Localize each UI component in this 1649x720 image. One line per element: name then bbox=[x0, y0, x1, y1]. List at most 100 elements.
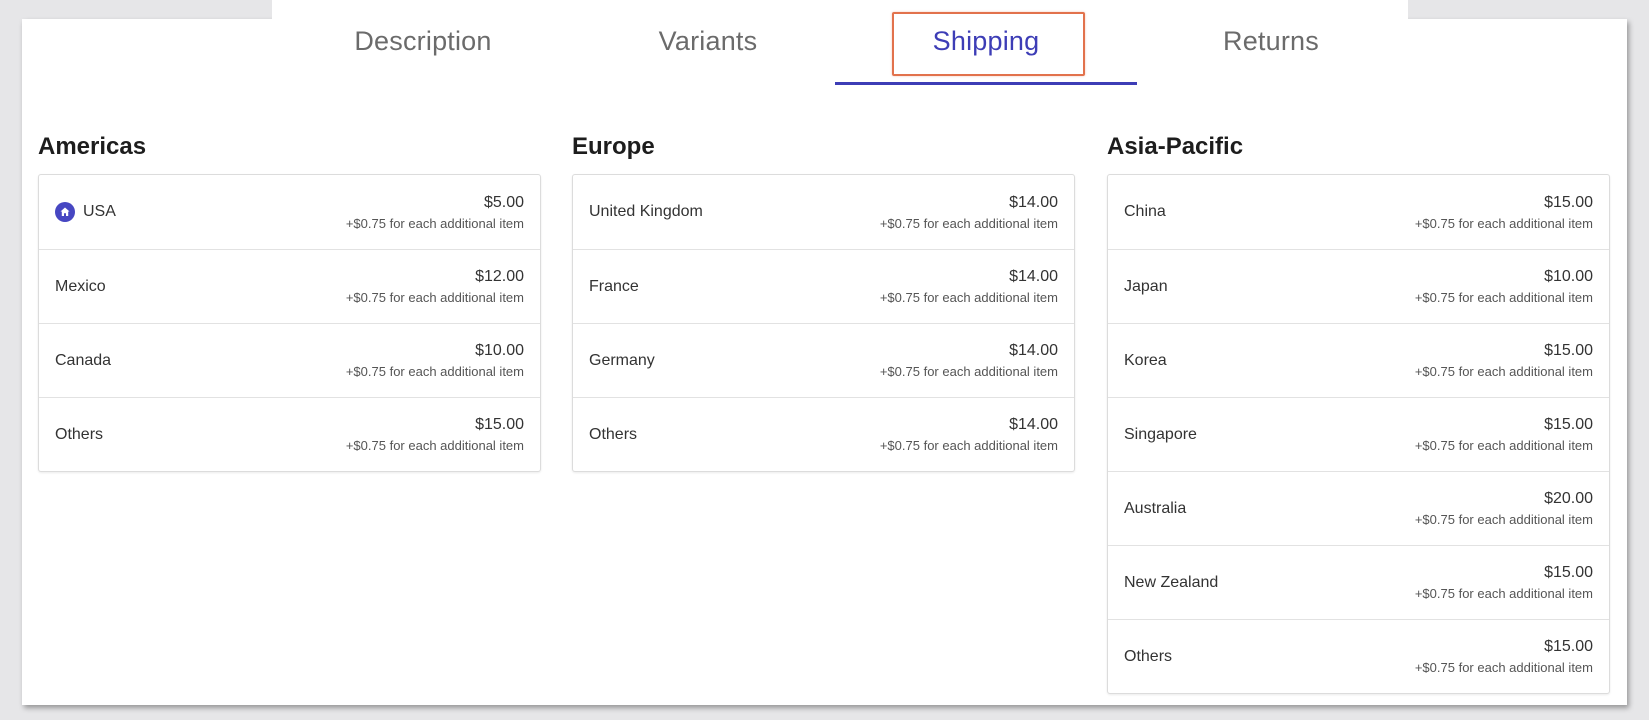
shipping-row: Australia $20.00 +$0.75 for each additio… bbox=[1108, 471, 1609, 545]
country-name: USA bbox=[83, 203, 116, 220]
country-cell: Mexico bbox=[55, 278, 106, 296]
shipping-price: $15.00 bbox=[1544, 638, 1593, 655]
country-name: Japan bbox=[1124, 277, 1168, 295]
price-cell: $14.00 +$0.75 for each additional item bbox=[879, 342, 1058, 379]
country-name: Singapore bbox=[1124, 425, 1197, 443]
country-name: Korea bbox=[1124, 351, 1167, 369]
additional-item-price: +$0.75 for each additional item bbox=[1414, 438, 1593, 453]
country-name: Mexico bbox=[55, 277, 106, 295]
region-title: Americas bbox=[38, 133, 147, 160]
shipping-row: Others $15.00 +$0.75 for each additional… bbox=[39, 397, 540, 471]
region-europe: Europe United Kingdom $14.00 +$0.75 for … bbox=[572, 132, 1075, 472]
country-name: New Zealand bbox=[1124, 573, 1219, 591]
country-name: Australia bbox=[1124, 499, 1187, 517]
price-cell: $15.00 +$0.75 for each additional item bbox=[1414, 343, 1593, 379]
price-cell: $14.00 +$0.75 for each additional item bbox=[879, 416, 1058, 453]
additional-item-price: +$0.75 for each additional item bbox=[1414, 586, 1593, 601]
shipping-price: $12.00 bbox=[475, 268, 524, 285]
shipping-rate-card: USA $5.00 +$0.75 for each additional ite… bbox=[38, 174, 541, 472]
shipping-row: France $14.00 +$0.75 for each additional… bbox=[573, 249, 1074, 323]
additional-item-price: +$0.75 for each additional item bbox=[345, 215, 524, 231]
price-cell: $5.00 +$0.75 for each additional item bbox=[345, 193, 524, 231]
shipping-price: $14.00 bbox=[1009, 342, 1058, 359]
country-name: China bbox=[1124, 203, 1166, 220]
shipping-price: $15.00 bbox=[1544, 564, 1593, 581]
price-cell: $14.00 +$0.75 for each additional item bbox=[879, 268, 1058, 305]
region-title: Asia-Pacific bbox=[1107, 133, 1244, 160]
shipping-price: $14.00 bbox=[1009, 268, 1058, 285]
tab-shipping[interactable]: Shipping bbox=[835, 0, 1137, 85]
shipping-row: United Kingdom $14.00 +$0.75 for each ad… bbox=[573, 175, 1074, 249]
price-cell: $15.00 +$0.75 for each additional item bbox=[1414, 417, 1593, 453]
additional-item-price: +$0.75 for each additional item bbox=[1414, 364, 1593, 379]
country-cell: Japan bbox=[1124, 278, 1168, 296]
country-cell: United Kingdom bbox=[589, 203, 703, 221]
country-cell: USA bbox=[55, 202, 116, 222]
price-cell: $14.00 +$0.75 for each additional item bbox=[879, 193, 1058, 231]
additional-item-price: +$0.75 for each additional item bbox=[1414, 660, 1593, 675]
shipping-row: Others $14.00 +$0.75 for each additional… bbox=[573, 397, 1074, 471]
shipping-row: Mexico $12.00 +$0.75 for each additional… bbox=[39, 249, 540, 323]
country-cell: Korea bbox=[1124, 352, 1167, 370]
shipping-price: $14.00 bbox=[1009, 193, 1058, 211]
price-cell: $15.00 +$0.75 for each additional item bbox=[1414, 193, 1593, 231]
shipping-row: USA $5.00 +$0.75 for each additional ite… bbox=[39, 175, 540, 249]
additional-item-price: +$0.75 for each additional item bbox=[1414, 512, 1593, 527]
shipping-price: $10.00 bbox=[475, 342, 524, 359]
additional-item-price: +$0.75 for each additional item bbox=[345, 290, 524, 305]
additional-item-price: +$0.75 for each additional item bbox=[879, 290, 1058, 305]
additional-item-price: +$0.75 for each additional item bbox=[879, 438, 1058, 453]
active-tab-indicator bbox=[835, 82, 1137, 85]
country-name: Germany bbox=[589, 351, 655, 369]
tab-description[interactable]: Description bbox=[272, 0, 574, 85]
shipping-price: $10.00 bbox=[1544, 268, 1593, 285]
price-cell: $15.00 +$0.75 for each additional item bbox=[1414, 638, 1593, 675]
home-icon bbox=[55, 202, 75, 222]
country-cell: New Zealand bbox=[1124, 574, 1218, 592]
country-name: Others bbox=[55, 425, 104, 443]
region-asia-pacific: Asia-Pacific China $15.00 +$0.75 for eac… bbox=[1107, 132, 1610, 694]
price-cell: $10.00 +$0.75 for each additional item bbox=[1414, 268, 1593, 305]
tab-variants-label: Variants bbox=[658, 26, 758, 56]
country-cell: Others bbox=[589, 426, 637, 444]
shipping-row: Singapore $15.00 +$0.75 for each additio… bbox=[1108, 397, 1609, 471]
price-cell: $12.00 +$0.75 for each additional item bbox=[345, 268, 524, 305]
country-cell: China bbox=[1124, 203, 1166, 221]
shipping-price: $15.00 bbox=[1544, 193, 1593, 211]
shipping-row: China $15.00 +$0.75 for each additional … bbox=[1108, 175, 1609, 249]
shipping-row: New Zealand $15.00 +$0.75 for each addit… bbox=[1108, 545, 1609, 619]
shipping-rate-card: United Kingdom $14.00 +$0.75 for each ad… bbox=[572, 174, 1075, 472]
tab-bar: Description Variants Shipping Returns bbox=[272, 0, 1408, 87]
shipping-row: Korea $15.00 +$0.75 for each additional … bbox=[1108, 323, 1609, 397]
country-name: United Kingdom bbox=[589, 203, 703, 220]
shipping-price: $15.00 bbox=[475, 416, 524, 433]
country-cell: Others bbox=[55, 426, 103, 444]
shipping-rate-card: China $15.00 +$0.75 for each additional … bbox=[1107, 174, 1610, 694]
country-name: France bbox=[589, 277, 639, 295]
additional-item-price: +$0.75 for each additional item bbox=[345, 438, 524, 453]
country-cell: Germany bbox=[589, 352, 655, 370]
tab-variants[interactable]: Variants bbox=[557, 0, 859, 85]
shipping-row: Germany $14.00 +$0.75 for each additiona… bbox=[573, 323, 1074, 397]
additional-item-price: +$0.75 for each additional item bbox=[1414, 290, 1593, 305]
additional-item-price: +$0.75 for each additional item bbox=[345, 364, 524, 379]
tab-description-label: Description bbox=[354, 26, 492, 56]
shipping-price: $14.00 bbox=[1009, 416, 1058, 433]
shipping-row: Canada $10.00 +$0.75 for each additional… bbox=[39, 323, 540, 397]
tab-returns-label: Returns bbox=[1223, 26, 1319, 56]
country-cell: Australia bbox=[1124, 500, 1186, 518]
price-cell: $20.00 +$0.75 for each additional item bbox=[1414, 491, 1593, 527]
additional-item-price: +$0.75 for each additional item bbox=[1414, 215, 1593, 231]
tab-shipping-label: Shipping bbox=[932, 26, 1040, 56]
price-cell: $10.00 +$0.75 for each additional item bbox=[345, 342, 524, 379]
region-title: Europe bbox=[572, 133, 655, 160]
additional-item-price: +$0.75 for each additional item bbox=[879, 215, 1058, 231]
country-cell: Canada bbox=[55, 352, 111, 370]
tab-returns[interactable]: Returns bbox=[1120, 0, 1422, 85]
shipping-price: $5.00 bbox=[483, 193, 524, 211]
price-cell: $15.00 +$0.75 for each additional item bbox=[345, 416, 524, 453]
country-cell: Singapore bbox=[1124, 426, 1197, 444]
country-name: Others bbox=[589, 425, 638, 443]
additional-item-price: +$0.75 for each additional item bbox=[879, 364, 1058, 379]
country-name: Others bbox=[1124, 647, 1173, 665]
